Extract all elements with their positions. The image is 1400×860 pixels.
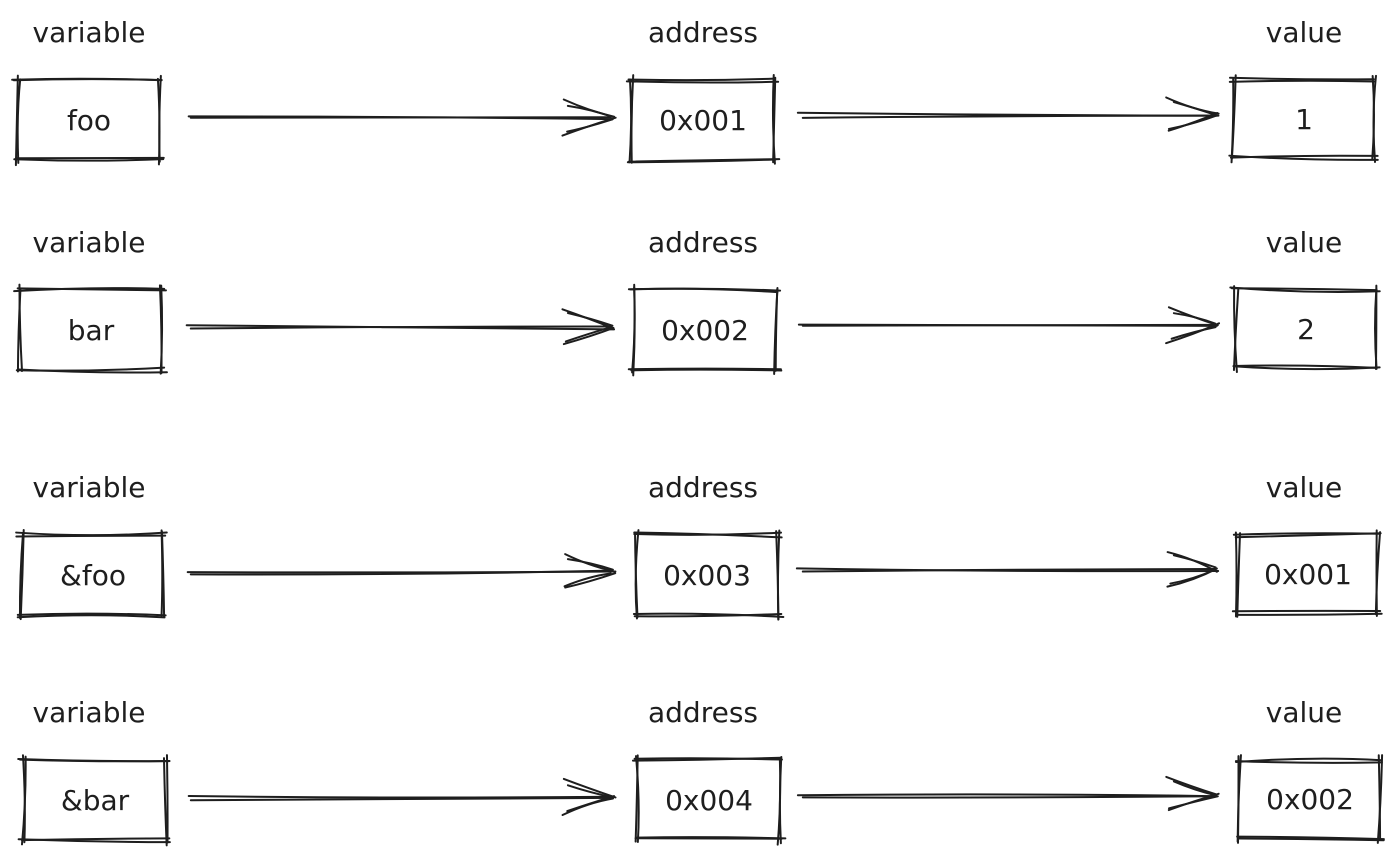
variable-header-label: variable — [33, 16, 146, 49]
address-value-text: 0x003 — [663, 559, 751, 592]
diagram-row: variable bar address 0x002 value 2 — [13, 226, 1381, 377]
variable-header-label: variable — [33, 696, 146, 729]
arrow-address-to-value — [796, 775, 1220, 812]
variable-value-text: bar — [68, 314, 115, 347]
arrow-variable-to-address — [187, 777, 617, 817]
diagram-row: variable&foo address 0x003 value 0x001 — [15, 471, 1383, 621]
address-value-text: 0x004 — [665, 784, 753, 817]
arrow-variable-to-address — [187, 98, 617, 137]
arrow-address-to-value — [797, 306, 1221, 345]
value-value-text: 2 — [1297, 313, 1315, 346]
value-header-label: value — [1266, 696, 1342, 729]
arrow-variable-to-address — [186, 553, 617, 589]
variable-value-text: &bar — [61, 784, 130, 817]
address-header-label: address — [648, 226, 758, 259]
arrow-address-to-value — [796, 96, 1220, 132]
variable-header-label: variable — [33, 471, 146, 504]
memory-diagram: variable foo address 0x001 value 1 variable bar… — [11, 16, 1385, 847]
address-header-label: address — [648, 16, 758, 49]
address-value-text: 0x001 — [659, 104, 747, 137]
value-header-label: value — [1266, 16, 1342, 49]
variable-value-text: &foo — [60, 559, 126, 592]
variable-value-text: foo — [67, 104, 111, 137]
value-header-label: value — [1266, 471, 1342, 504]
value-value-text: 1 — [1295, 103, 1313, 136]
value-value-text: 0x002 — [1266, 783, 1354, 816]
variable-header-label: variable — [33, 226, 146, 259]
diagram-row: variable&bar address 0x004 value 0x002 — [17, 696, 1385, 847]
value-value-text: 0x001 — [1264, 558, 1352, 591]
value-header-label: value — [1266, 226, 1342, 259]
address-header-label: address — [648, 471, 758, 504]
address-header-label: address — [648, 696, 758, 729]
address-value-text: 0x002 — [661, 314, 749, 347]
arrow-address-to-value — [795, 551, 1220, 588]
arrow-variable-to-address — [185, 308, 616, 346]
diagram-row: variable foo address 0x001 value 1 — [11, 16, 1379, 167]
